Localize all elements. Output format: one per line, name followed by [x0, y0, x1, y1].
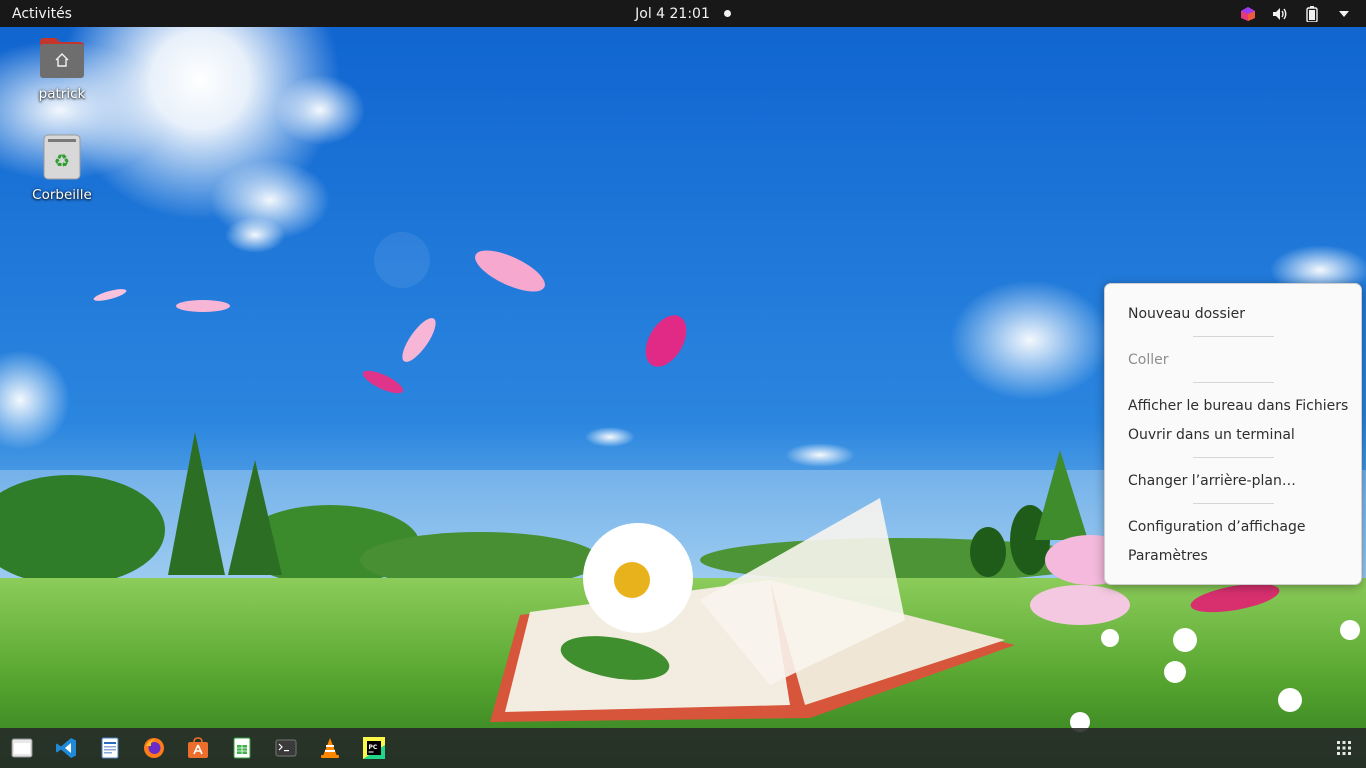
show-applications-icon[interactable]: [1332, 736, 1356, 760]
date-time: Jol 4 21:01: [635, 6, 710, 22]
text-editor-icon[interactable]: [98, 736, 122, 760]
home-folder-icon: [40, 38, 84, 78]
menu-separator: [1193, 457, 1274, 458]
terminal-icon[interactable]: [274, 736, 298, 760]
system-tray: [1238, 0, 1354, 27]
firefox-icon[interactable]: [142, 736, 166, 760]
desktop-icon-home[interactable]: patrick: [17, 36, 107, 102]
trash-icon: ♻: [43, 134, 81, 180]
system-menu-arrow-icon[interactable]: [1334, 4, 1354, 24]
desktop-icon-label: patrick: [38, 86, 86, 102]
top-bar: Activités Jol 4 21:01: [0, 0, 1366, 27]
menu-separator: [1193, 336, 1274, 337]
svg-text:PC: PC: [369, 744, 378, 751]
clock-button[interactable]: Jol 4 21:01: [635, 6, 731, 22]
app-indicator-icon[interactable]: [1238, 4, 1258, 24]
battery-icon[interactable]: [1302, 4, 1322, 24]
spreadsheet-icon[interactable]: [230, 736, 254, 760]
desktop-icon-trash[interactable]: ♻ Corbeille: [17, 133, 107, 203]
menu-item-display-settings[interactable]: Configuration d’affichage: [1105, 513, 1361, 542]
activities-button[interactable]: Activités: [12, 4, 72, 24]
vscode-icon[interactable]: [54, 736, 78, 760]
menu-item-paste: Coller: [1128, 352, 1169, 368]
menu-item-settings[interactable]: Paramètres: [1105, 542, 1361, 571]
menu-separator: [1193, 382, 1274, 383]
menu-item-open-terminal[interactable]: Ouvrir dans un terminal: [1105, 421, 1361, 450]
notification-dot: [723, 10, 731, 17]
desktop-context-menu: Nouveau dossier Coller Afficher le burea…: [1104, 283, 1362, 585]
files-icon[interactable]: [10, 736, 34, 760]
desktop-icon-label: Corbeille: [32, 187, 92, 203]
clock-area: Jol 4 21:01: [0, 4, 1366, 24]
volume-icon[interactable]: [1270, 4, 1290, 24]
dock: PC: [0, 728, 1366, 768]
vlc-icon[interactable]: [318, 736, 342, 760]
menu-item-new-folder[interactable]: Nouveau dossier: [1105, 300, 1361, 329]
menu-item-show-in-files[interactable]: Afficher le bureau dans Fichiers: [1105, 392, 1361, 421]
software-center-icon[interactable]: [186, 736, 210, 760]
menu-separator: [1193, 503, 1274, 504]
menu-item-change-background[interactable]: Changer l’arrière-plan…: [1105, 467, 1361, 496]
pycharm-icon[interactable]: PC: [362, 736, 386, 760]
svg-text:♻: ♻: [54, 151, 70, 172]
